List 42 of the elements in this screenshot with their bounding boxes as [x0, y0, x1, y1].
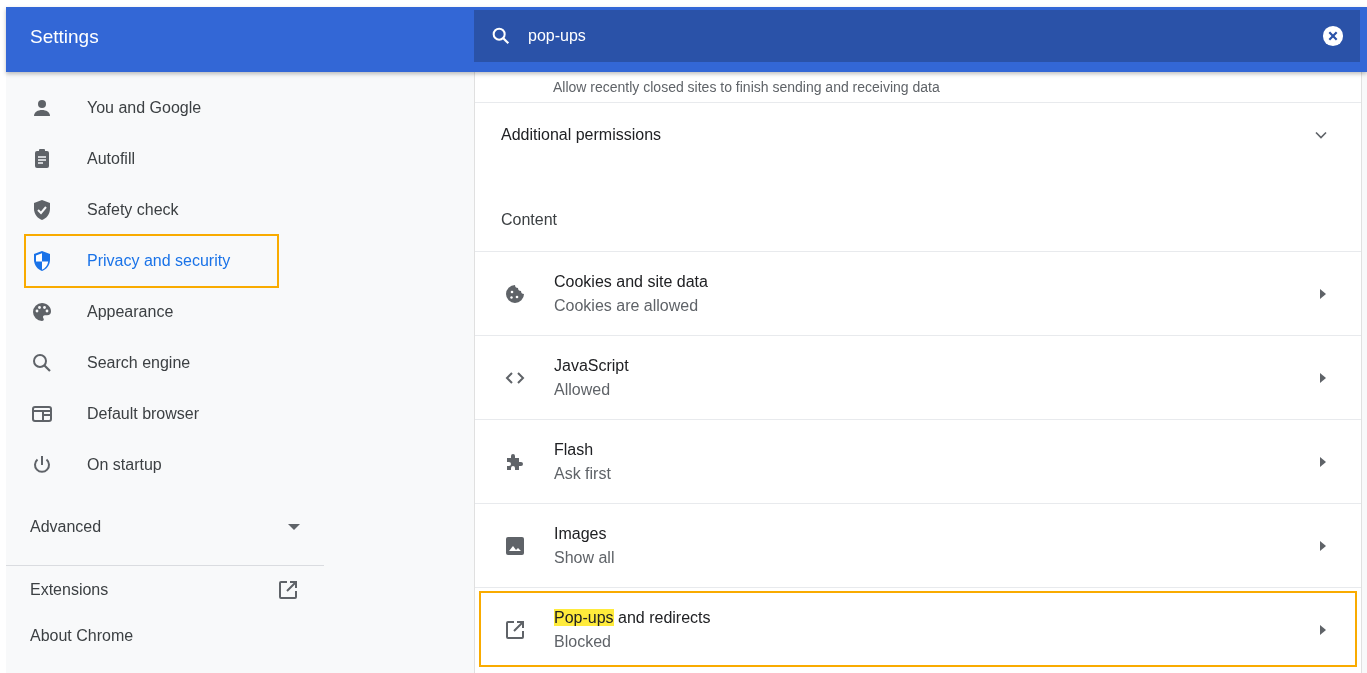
sidebar-link[interactable]: About Chrome	[6, 614, 324, 658]
arrow-right-icon	[1320, 624, 1326, 635]
setting-description: Allow recently closed sites to finish sending and receiving data	[553, 79, 940, 95]
sidebar-item[interactable]: You and Google	[26, 83, 277, 133]
external-link-icon	[276, 578, 300, 602]
setting-status: Show all	[554, 548, 616, 567]
sidebar-link[interactable]: Extensions	[6, 566, 324, 614]
content-setting-row[interactable]: Flash Ask first	[475, 419, 1361, 503]
caret-icon	[288, 524, 300, 530]
sidebar-item[interactable]: Appearance	[26, 287, 277, 337]
setting-status: Allowed	[554, 380, 612, 399]
palette-icon	[30, 300, 54, 324]
content-setting-row[interactable]: Images Show all	[475, 503, 1361, 587]
additional-permissions-row[interactable]: Additional permissions	[475, 103, 1361, 167]
sidebar-item[interactable]: On startup	[26, 440, 277, 490]
sidebar-item[interactable]: Default browser	[26, 389, 277, 439]
sidebar-item[interactable]: Autofill	[26, 134, 277, 184]
sidebar-item[interactable]: Search engine	[26, 338, 277, 388]
setting-status: Blocked	[554, 632, 612, 651]
setting-title: Pop-ups and redirects	[554, 608, 712, 627]
advanced-section-toggle[interactable]: Advanced	[6, 501, 324, 553]
content-setting-row[interactable]: Cookies and site data Cookies are allowed	[475, 251, 1361, 335]
setting-title: Images	[554, 524, 608, 543]
search-icon	[490, 25, 512, 47]
search-field[interactable]: pop-ups	[474, 10, 1360, 62]
setting-status: Ask first	[554, 464, 612, 483]
setting-title: Cookies and site data	[554, 272, 709, 291]
section-heading: Content	[501, 211, 558, 228]
sidebar-item[interactable]: Privacy and security	[26, 236, 277, 286]
content-setting-row[interactable]: JavaScript Allowed	[475, 335, 1361, 419]
search-input[interactable]: pop-ups	[528, 27, 1322, 45]
clear-search-icon[interactable]	[1322, 25, 1344, 47]
sidebar-item[interactable]: Safety check	[26, 185, 277, 235]
setting-title: JavaScript	[554, 356, 630, 375]
arrow-right-icon	[1320, 288, 1326, 299]
arrow-right-icon	[1320, 456, 1326, 467]
content-setting-row[interactable]: Pop-ups and redirects Blocked	[475, 587, 1361, 671]
arrow-right-icon	[1320, 540, 1326, 551]
setting-status: Cookies are allowed	[554, 296, 700, 315]
setting-title: Flash	[554, 440, 595, 459]
arrow-right-icon	[1320, 372, 1326, 383]
page-title: Settings	[30, 26, 99, 47]
